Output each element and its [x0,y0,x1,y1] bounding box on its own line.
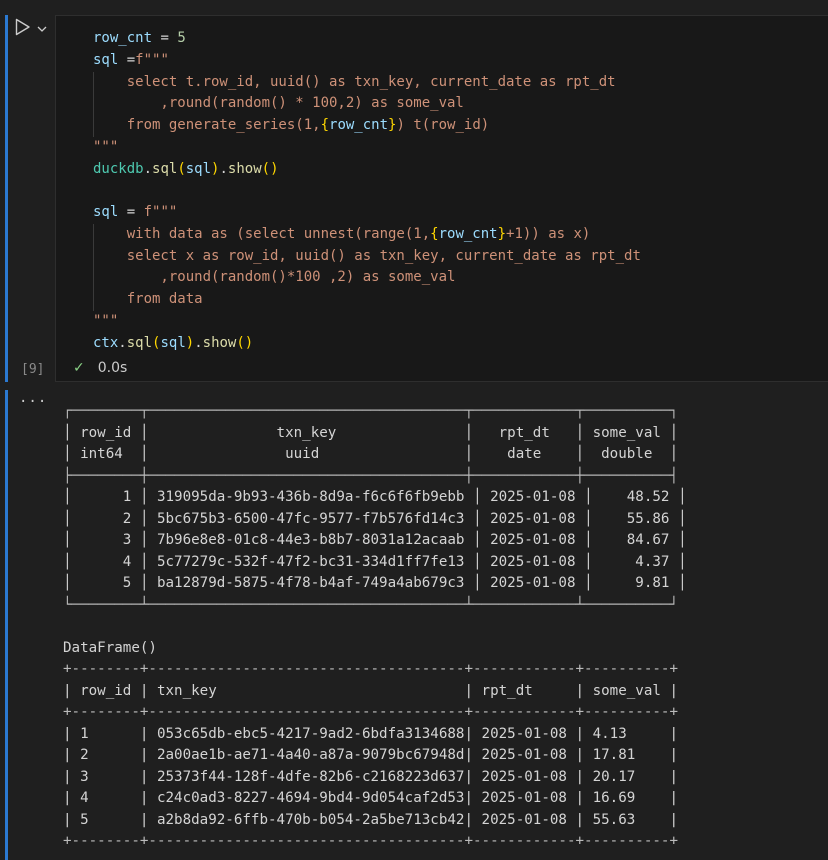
code-token: } [497,225,507,242]
duckdb-table-row: │ 3 │ 7b96e8e8-01c8-44e3-b8b7-8031a12aca… [63,532,687,548]
code-token: show [227,160,262,177]
code-token: sql [160,334,186,351]
code-token: . [194,334,203,351]
code-token: select x as row_id, uuid() as txn_key, c… [93,247,641,264]
code-line: with data as (select unnest(range(1,{row… [93,223,641,246]
code-token: () [261,160,279,177]
duckdb-table-header-names: │ row_id │ txn_key │ rpt_dt │ some_val │ [63,424,678,441]
code-line: ,round(random()*100 ,2) as some_val [93,267,641,289]
code-token: +1)) as x) [506,225,591,242]
code-line: sql =f""" [93,50,641,72]
code-token: () [236,334,254,351]
code-token: sql [126,334,153,351]
notebook-page: row_cnt = 5 sql =f""" select t.row_id, uu… [0,0,828,860]
code-line: row_cnt = 5 [93,28,641,50]
code-token: row_cnt [93,30,153,46]
code-token: sql [93,51,119,68]
code-token: sql [152,160,178,177]
indent-guide [93,267,94,289]
code-token: ,round(random()*100 ,2) as some_val [93,269,456,286]
code-token: row_cnt [438,225,498,242]
check-icon: ✓ [73,360,85,376]
dataframe-bottom-border: +--------+------------------------------… [63,833,678,849]
dataframe-header: | row_id | txn_key | rpt_dt | some_val | [63,682,678,699]
code-token: f""" [135,51,169,68]
code-token: = [118,204,144,220]
run-cell-button[interactable] [14,17,32,37]
code-token: """ [93,312,119,329]
code-token: """ [93,138,119,155]
code-token: ,round(random() * 100,2) as some_val [93,95,464,112]
code-line: ,round(random() * 100,2) as some_val [93,93,641,115]
code-token: 5 [177,30,186,46]
code-token: . [143,160,153,177]
indent-guide [93,289,94,311]
code-token: select t.row_id, uuid() as txn_key, curr… [93,73,616,90]
dataframe-row: | 1 | 053c65db-ebc5-4217-9ad2-6bdfa31346… [63,725,678,742]
chevron-down-icon [37,26,47,32]
code-token: ) [185,334,195,351]
code-token: = [118,51,136,68]
cell-focus-indicator [5,15,8,382]
code-token: duckdb [93,160,144,177]
code-token: sql [93,204,119,220]
code-token: ) t(row_id) [396,117,490,133]
code-token: with data as (select unnest(range(1, [93,225,431,242]
dataframe-row: | 2 | 2a00ae1b-ae71-4a40-a87a-9079bc6794… [63,747,678,763]
output-focus-indicator [5,390,8,860]
code-token: . [118,334,127,351]
cell-output: ┌────────┬──────────────────────────────… [63,401,687,853]
code-line: ctx.sql(sql).show() [93,333,641,355]
indent-guide [93,115,94,137]
code-token: f""" [143,204,178,220]
code-line: """ [93,137,641,159]
code-token: { [320,117,330,133]
execution-status: ✓ 0.0s [73,360,127,376]
code-token: sql [185,160,212,177]
dataframe-row: | 4 | c24c0ad3-8227-4694-9bd4-9d054caf2d… [63,790,678,806]
indent-guide [93,93,94,115]
indent-guide [93,223,94,246]
code-token: . [219,160,228,177]
code-line: duckdb.sql(sql).show() [93,159,641,181]
dataframe-row: | 5 | a2b8da92-6ffb-470b-b054-2a5be713cb… [63,811,678,828]
execution-time: 0.0s [97,360,128,376]
run-options-chevron[interactable] [36,20,48,32]
duckdb-table-row: │ 2 │ 5bc675b3-6500-47fc-9577-f7b576fd14… [63,510,687,527]
code-line: select t.row_id, uuid() as txn_key, curr… [93,71,641,94]
duckdb-table-top-border: ┌────────┬──────────────────────────────… [63,403,678,419]
code-line: """ [93,311,641,333]
duckdb-table-bottom-border: └────────┴──────────────────────────────… [63,596,678,613]
indent-guide [93,245,94,268]
dataframe-row: | 3 | 25373f44-128f-4dfe-82b6-c2168223d6… [63,768,678,785]
duckdb-table-row: │ 1 │ 319095da-9b93-436b-8d9a-f6c6f6fb9e… [63,489,687,505]
code-line: select x as row_id, uuid() as txn_key, c… [93,245,641,268]
code-token: from data [93,291,203,307]
code-line: from generate_series(1,{row_cnt}) t(row_… [93,115,641,137]
code-token: = [152,30,178,46]
execution-count: [9] [21,362,45,377]
code-line: from data [93,289,641,311]
dataframe-top-border: +--------+------------------------------… [63,661,678,677]
code-token: { [430,225,439,242]
code-line: sql = f""" [93,202,641,224]
indent-guide [93,71,94,94]
dataframe-label: DataFrame() [63,639,157,656]
code-content[interactable]: row_cnt = 5 sql =f""" select t.row_id, uu… [93,28,641,354]
code-token: show [202,334,237,351]
duckdb-table-header-separator: ├────────┼──────────────────────────────… [63,467,678,484]
output-spacer [63,616,687,638]
code-token: ctx [93,334,119,351]
duckdb-table-row: │ 4 │ 5c77279c-532f-47f2-bc31-334d1ff7fe… [63,553,687,570]
duckdb-table-header-types: │ int64 │ uuid │ date │ double │ [63,446,678,462]
code-token: row_cnt [329,117,389,133]
play-icon [15,18,30,36]
code-token: from generate_series(1, [93,117,321,133]
output-more-actions-icon[interactable]: ··· [19,394,47,410]
duckdb-table-row: │ 5 │ ba12879d-5875-4f78-b4af-749a4ab679… [63,575,687,591]
code-token: ( [177,160,186,177]
dataframe-header-separator: +--------+------------------------------… [63,704,678,720]
